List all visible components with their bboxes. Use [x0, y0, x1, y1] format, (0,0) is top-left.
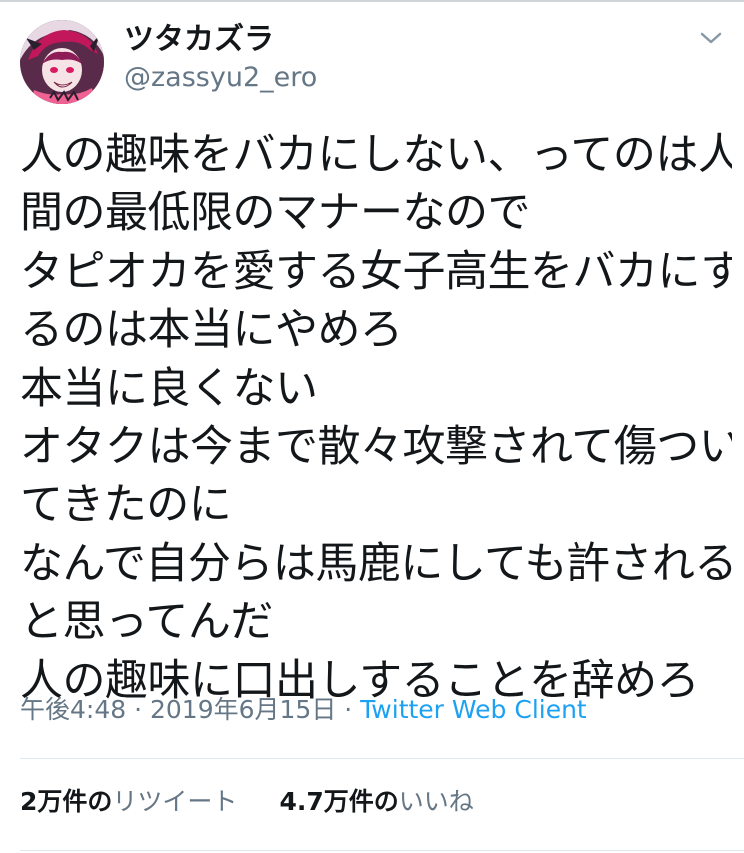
avatar[interactable] [20, 20, 104, 104]
likes-unit: 件の [348, 787, 399, 816]
retweets-stat[interactable]: 2万件のリツイート [20, 787, 237, 816]
tweet-client-link[interactable]: Twitter Web Client [360, 695, 587, 724]
meta-separator: · [336, 695, 361, 724]
tweet-text-line: 人の趣味をバカにしない、ってのは人 [20, 130, 732, 180]
tweet-text-line: 間の最低限のマナーなので [20, 188, 531, 239]
tweet-date[interactable]: 2019年6月15日 [150, 695, 336, 724]
tweet-text-line: オタクは今まで散々攻撃されて傷つい [20, 421, 732, 472]
tweet-text-line: てきたのに [20, 480, 232, 531]
tweet-text-line: るのは本当にやめろ [20, 305, 403, 356]
display-name[interactable]: ツタカズラ [124, 22, 274, 58]
avatar-image [20, 20, 104, 104]
likes-label: いいね [398, 787, 474, 816]
tweet-stats: 2万件のリツイート 4.7万件のいいね [20, 786, 474, 818]
tweet-text-line: タピオカを愛する女子高生をバカにす [20, 246, 732, 297]
meta-separator: · [126, 695, 150, 724]
divider [20, 758, 744, 759]
likes-stat[interactable]: 4.7万件のいいね [279, 787, 473, 816]
tweet-text: 人の趣味をバカにしない、ってのは人 間の最低限のマナーなので タピオカを愛する女… [20, 126, 732, 710]
divider [20, 850, 744, 851]
retweets-label: リツイート [112, 787, 238, 816]
tweet-meta: 午後4:48 · 2019年6月15日 · Twitter Web Client [20, 694, 587, 726]
tweet-text-line: と思ってんだ [20, 597, 273, 648]
likes-count: 4.7万 [279, 787, 349, 816]
retweets-unit: 件の [62, 787, 113, 816]
top-divider [0, 0, 744, 2]
tweet-text-line: なんで自分らは馬鹿にしても許される [20, 538, 732, 589]
tweet-time[interactable]: 午後4:48 [20, 695, 126, 724]
chevron-down-icon[interactable] [696, 26, 726, 50]
retweets-count: 2万 [20, 787, 63, 816]
user-handle[interactable]: @zassyu2_ero [124, 62, 317, 94]
tweet-text-line: 本当に良くない [20, 363, 318, 414]
